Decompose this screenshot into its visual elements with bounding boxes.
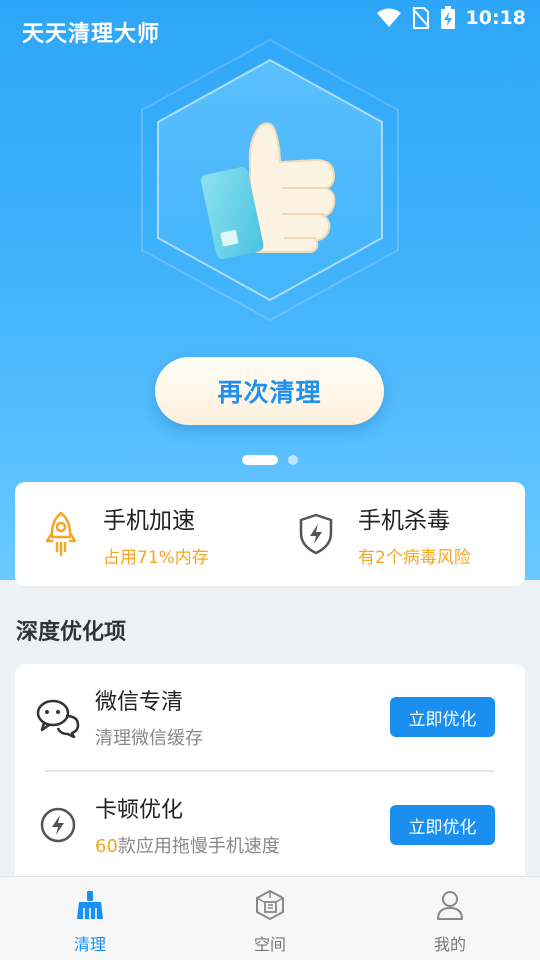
battery-charging-icon <box>440 6 455 29</box>
clean-again-button[interactable]: 再次清理 <box>155 357 384 425</box>
phone-boost-item[interactable]: 手机加速 占用71%内存 <box>15 482 270 586</box>
list-item-lag-optimize[interactable]: 卡顿优化 60款应用拖慢手机速度 立即优化 <box>15 772 525 878</box>
user-icon <box>434 889 466 921</box>
antivirus-item[interactable]: 手机杀毒 有2个病毒风险 <box>270 482 525 586</box>
lag-optimize-title: 卡顿优化 <box>95 798 184 823</box>
wechat-icon <box>35 694 81 740</box>
tab-space-label: 空间 <box>253 935 286 954</box>
antivirus-title: 手机杀毒 <box>358 507 450 534</box>
rocket-icon <box>41 510 81 558</box>
lightning-icon <box>35 802 81 848</box>
optimize-now-button[interactable]: 立即优化 <box>390 697 495 737</box>
thumbs-up-illustration <box>120 30 420 330</box>
deep-optimization-card: 微信专清 清理微信缓存 立即优化 卡顿优化 60款应用拖慢手机速度 立即优化 <box>15 664 525 894</box>
carousel-dot-active[interactable] <box>242 455 278 465</box>
broom-icon <box>74 889 106 921</box>
phone-boost-title: 手机加速 <box>103 507 195 534</box>
section-title: 深度优化项 <box>16 620 127 645</box>
list-item-wechat-clean[interactable]: 微信专清 清理微信缓存 立即优化 <box>15 664 525 770</box>
tab-clean-label: 清理 <box>73 935 106 954</box>
bottom-nav: 清理 空间 我的 <box>0 876 540 960</box>
tab-mine[interactable]: 我的 <box>360 877 540 960</box>
lag-optimize-subtitle-text: 款应用拖慢手机速度 <box>117 836 280 857</box>
status-time: 10:18 <box>465 7 526 29</box>
storage-icon <box>254 889 286 921</box>
tab-space[interactable]: 空间 <box>180 877 360 960</box>
phone-boost-subtitle: 占用71%内存 <box>103 547 209 568</box>
wifi-icon <box>376 8 401 27</box>
tab-clean[interactable]: 清理 <box>0 877 180 960</box>
tab-mine-label: 我的 <box>433 935 466 954</box>
optimize-now-button[interactable]: 立即优化 <box>390 805 495 845</box>
wechat-clean-title: 微信专清 <box>95 690 184 715</box>
quick-actions-card: 手机加速 占用71%内存 手机杀毒 有2个病毒风险 <box>15 482 525 586</box>
shield-bolt-icon <box>296 510 336 558</box>
antivirus-subtitle: 有2个病毒风险 <box>358 547 471 568</box>
carousel-indicator <box>0 455 540 465</box>
lag-optimize-subtitle: 60款应用拖慢手机速度 <box>95 832 280 858</box>
no-sim-icon <box>411 7 430 29</box>
slow-app-count: 60 <box>95 836 118 857</box>
carousel-dot[interactable] <box>288 455 298 465</box>
wechat-clean-subtitle: 清理微信缓存 <box>95 728 203 749</box>
